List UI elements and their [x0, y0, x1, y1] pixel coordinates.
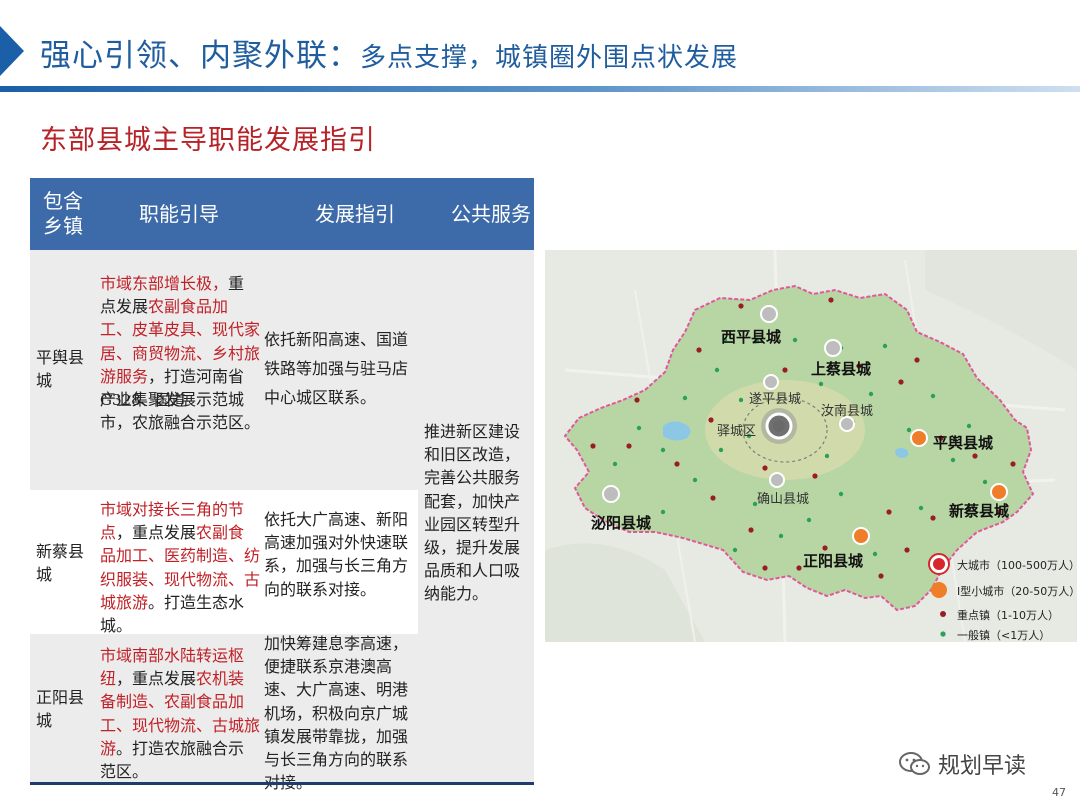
map-label-queshan: 确山县城 [757, 492, 810, 507]
slide-header: 强心引领、内聚外联：多点支撑，城镇圈外围点状发展 [0, 0, 1080, 92]
legend-big-city: 大城市（100-500万人） [957, 559, 1077, 572]
map-label-zhengyang: 正阳县城 [803, 552, 864, 570]
county-map: 西平县城 上蔡县城 遂平县城 汝南县城 驿城区 平舆县城 确山县城 泌阳县城 新… [545, 250, 1077, 642]
map-label-xiping: 西平县城 [721, 328, 782, 346]
row1-function-highlight: 市域东部增长极， [100, 274, 229, 293]
legend-small-city: I型小城市（20-50万人） [957, 585, 1077, 598]
public-service-text: 推进新区建设和旧区改造，完善公共服务配套，加快产业园区转型升级，提升发展品质和人… [424, 422, 521, 604]
map-label-xincai: 新蔡县城 [949, 502, 1010, 520]
guidance-table: 包含 乡镇 职能引导 发展指引 公共服务 平舆县城 市域东部增长极，重点发展农副… [30, 178, 534, 792]
row2-function: 市域对接长三角的节点，重点发展农副食品加工、医药制造、纺织服装、现代物流、古城旅… [100, 498, 260, 637]
header-divider [0, 86, 1080, 92]
section-title: 东部县城主导职能发展指引 [40, 125, 376, 156]
map-label-suiping: 遂平县城 [749, 392, 802, 407]
row3-town: 正阳县城 [36, 688, 85, 731]
row1-overlay-text: G328、国道 [100, 391, 186, 409]
row1-guide: 依托新阳高速、国道铁路等加强与驻马店中心城区联系。 [264, 330, 409, 407]
wechat-logo: 规划早读 [898, 748, 1026, 780]
row3-function-text: ，重点发展 [116, 669, 197, 689]
table-header-function: 职能引导 [96, 178, 262, 250]
page-number: 47 [1052, 786, 1066, 799]
wechat-icon [899, 752, 930, 775]
map-label-pingyu: 平舆县城 [933, 434, 994, 452]
header-arrow-icon [0, 26, 24, 76]
slide-title-main: 强心引领、内聚外联： [40, 38, 360, 74]
map-label-biyang: 泌阳县城 [591, 514, 652, 532]
row1-town: 平舆县城 [36, 348, 85, 391]
slide-title: 强心引领、内聚外联：多点支撑，城镇圈外围点状发展 [40, 30, 738, 75]
central-city-marker [761, 408, 797, 444]
table-bottom-rule [30, 782, 534, 785]
row2-function-text: ，重点发展 [116, 523, 197, 543]
legend-general-town: 一般镇（<1万人） [957, 629, 1051, 642]
table-header-guide: 发展指引 [262, 178, 448, 250]
row2-guide: 依托大广高速、新阳高速加强对外快速联系，加强与长三角方向的联系对接。 [264, 510, 409, 599]
row3-guide: 加快筹建息李高速，便捷联系京港澳高速、大广高速、明港机场，积极向京广城镇发展带靠… [264, 634, 409, 793]
row2-town: 新蔡县城 [36, 542, 85, 585]
map-label-runan: 汝南县城 [821, 404, 874, 419]
wechat-account-name: 规划早读 [938, 754, 1027, 779]
slide-title-sub: 多点支撑，城镇圈外围点状发展 [360, 43, 739, 73]
map-label-shangcai: 上蔡县城 [811, 360, 872, 378]
map-label-yicheng: 驿城区 [717, 424, 757, 439]
table-header-towns: 包含 乡镇 [30, 178, 96, 250]
legend-key-town: 重点镇（1-10万人） [957, 609, 1059, 622]
table-header-service: 公共服务 [448, 178, 534, 250]
row3-function-tail: 。打造农旅融合示范区。 [100, 738, 245, 781]
row3-function: 市域南部水陆转运枢纽，重点发展农机装备制造、农副食品加工、现代物流、古城旅游。打… [100, 644, 260, 783]
